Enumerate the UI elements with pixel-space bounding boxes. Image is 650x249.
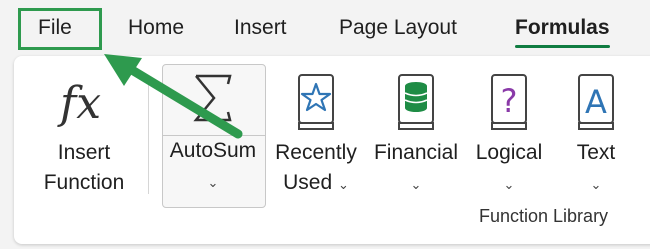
- chevron-down-icon[interactable]: ⌄: [208, 168, 219, 198]
- sigma-icon: [193, 74, 232, 122]
- active-tab-underline: [515, 45, 610, 48]
- question-book-icon: ?: [491, 74, 527, 130]
- chevron-down-icon[interactable]: ⌄: [504, 170, 515, 200]
- insert-function-label-2: Function: [43, 171, 125, 194]
- insert-function-button[interactable]: fx Insert Function: [34, 72, 134, 198]
- group-separator: [148, 76, 149, 194]
- recently-used-label-2-text: Used: [283, 171, 333, 194]
- text-button[interactable]: A Text ⌄: [560, 72, 632, 200]
- tab-home[interactable]: Home: [128, 12, 184, 44]
- tab-formulas-label: Formulas: [515, 16, 610, 39]
- chevron-down-icon[interactable]: ⌄: [338, 170, 349, 200]
- autosum-button[interactable]: AutoSum ⌄: [162, 70, 264, 198]
- recently-used-label-1: Recently: [275, 141, 357, 164]
- autosum-label: AutoSum: [169, 139, 257, 162]
- svg-text:?: ?: [501, 82, 518, 120]
- svg-text:A: A: [585, 83, 607, 121]
- function-library-group-label: Function Library: [479, 206, 609, 226]
- insert-function-label-1: Insert: [57, 141, 111, 164]
- database-book-icon: [398, 74, 434, 130]
- ribbon-tab-bar: File Home Insert Page Layout Formulas: [0, 0, 650, 56]
- svg-text:fx: fx: [57, 78, 101, 129]
- formulas-ribbon: fx Insert Function AutoSum ⌄ Recently Us…: [14, 56, 650, 244]
- tab-insert[interactable]: Insert: [234, 12, 287, 44]
- financial-button[interactable]: Financial ⌄: [370, 72, 462, 200]
- financial-label: Financial: [373, 141, 459, 164]
- tab-formulas[interactable]: Formulas: [515, 12, 610, 48]
- file-tab-highlight-box: [18, 8, 102, 50]
- chevron-down-icon[interactable]: ⌄: [411, 170, 422, 200]
- recently-used-button[interactable]: Recently Used ⌄: [270, 72, 362, 200]
- logical-label: Logical: [475, 141, 543, 164]
- tab-page-layout[interactable]: Page Layout: [339, 12, 457, 44]
- recently-used-label-2: Used ⌄: [270, 168, 362, 200]
- letter-a-book-icon: A: [578, 74, 614, 130]
- chevron-down-icon[interactable]: ⌄: [591, 170, 602, 200]
- star-book-icon: [298, 74, 334, 130]
- logical-button[interactable]: ? Logical ⌄: [466, 72, 552, 200]
- text-label: Text: [576, 141, 616, 164]
- fx-icon: fx: [57, 78, 101, 129]
